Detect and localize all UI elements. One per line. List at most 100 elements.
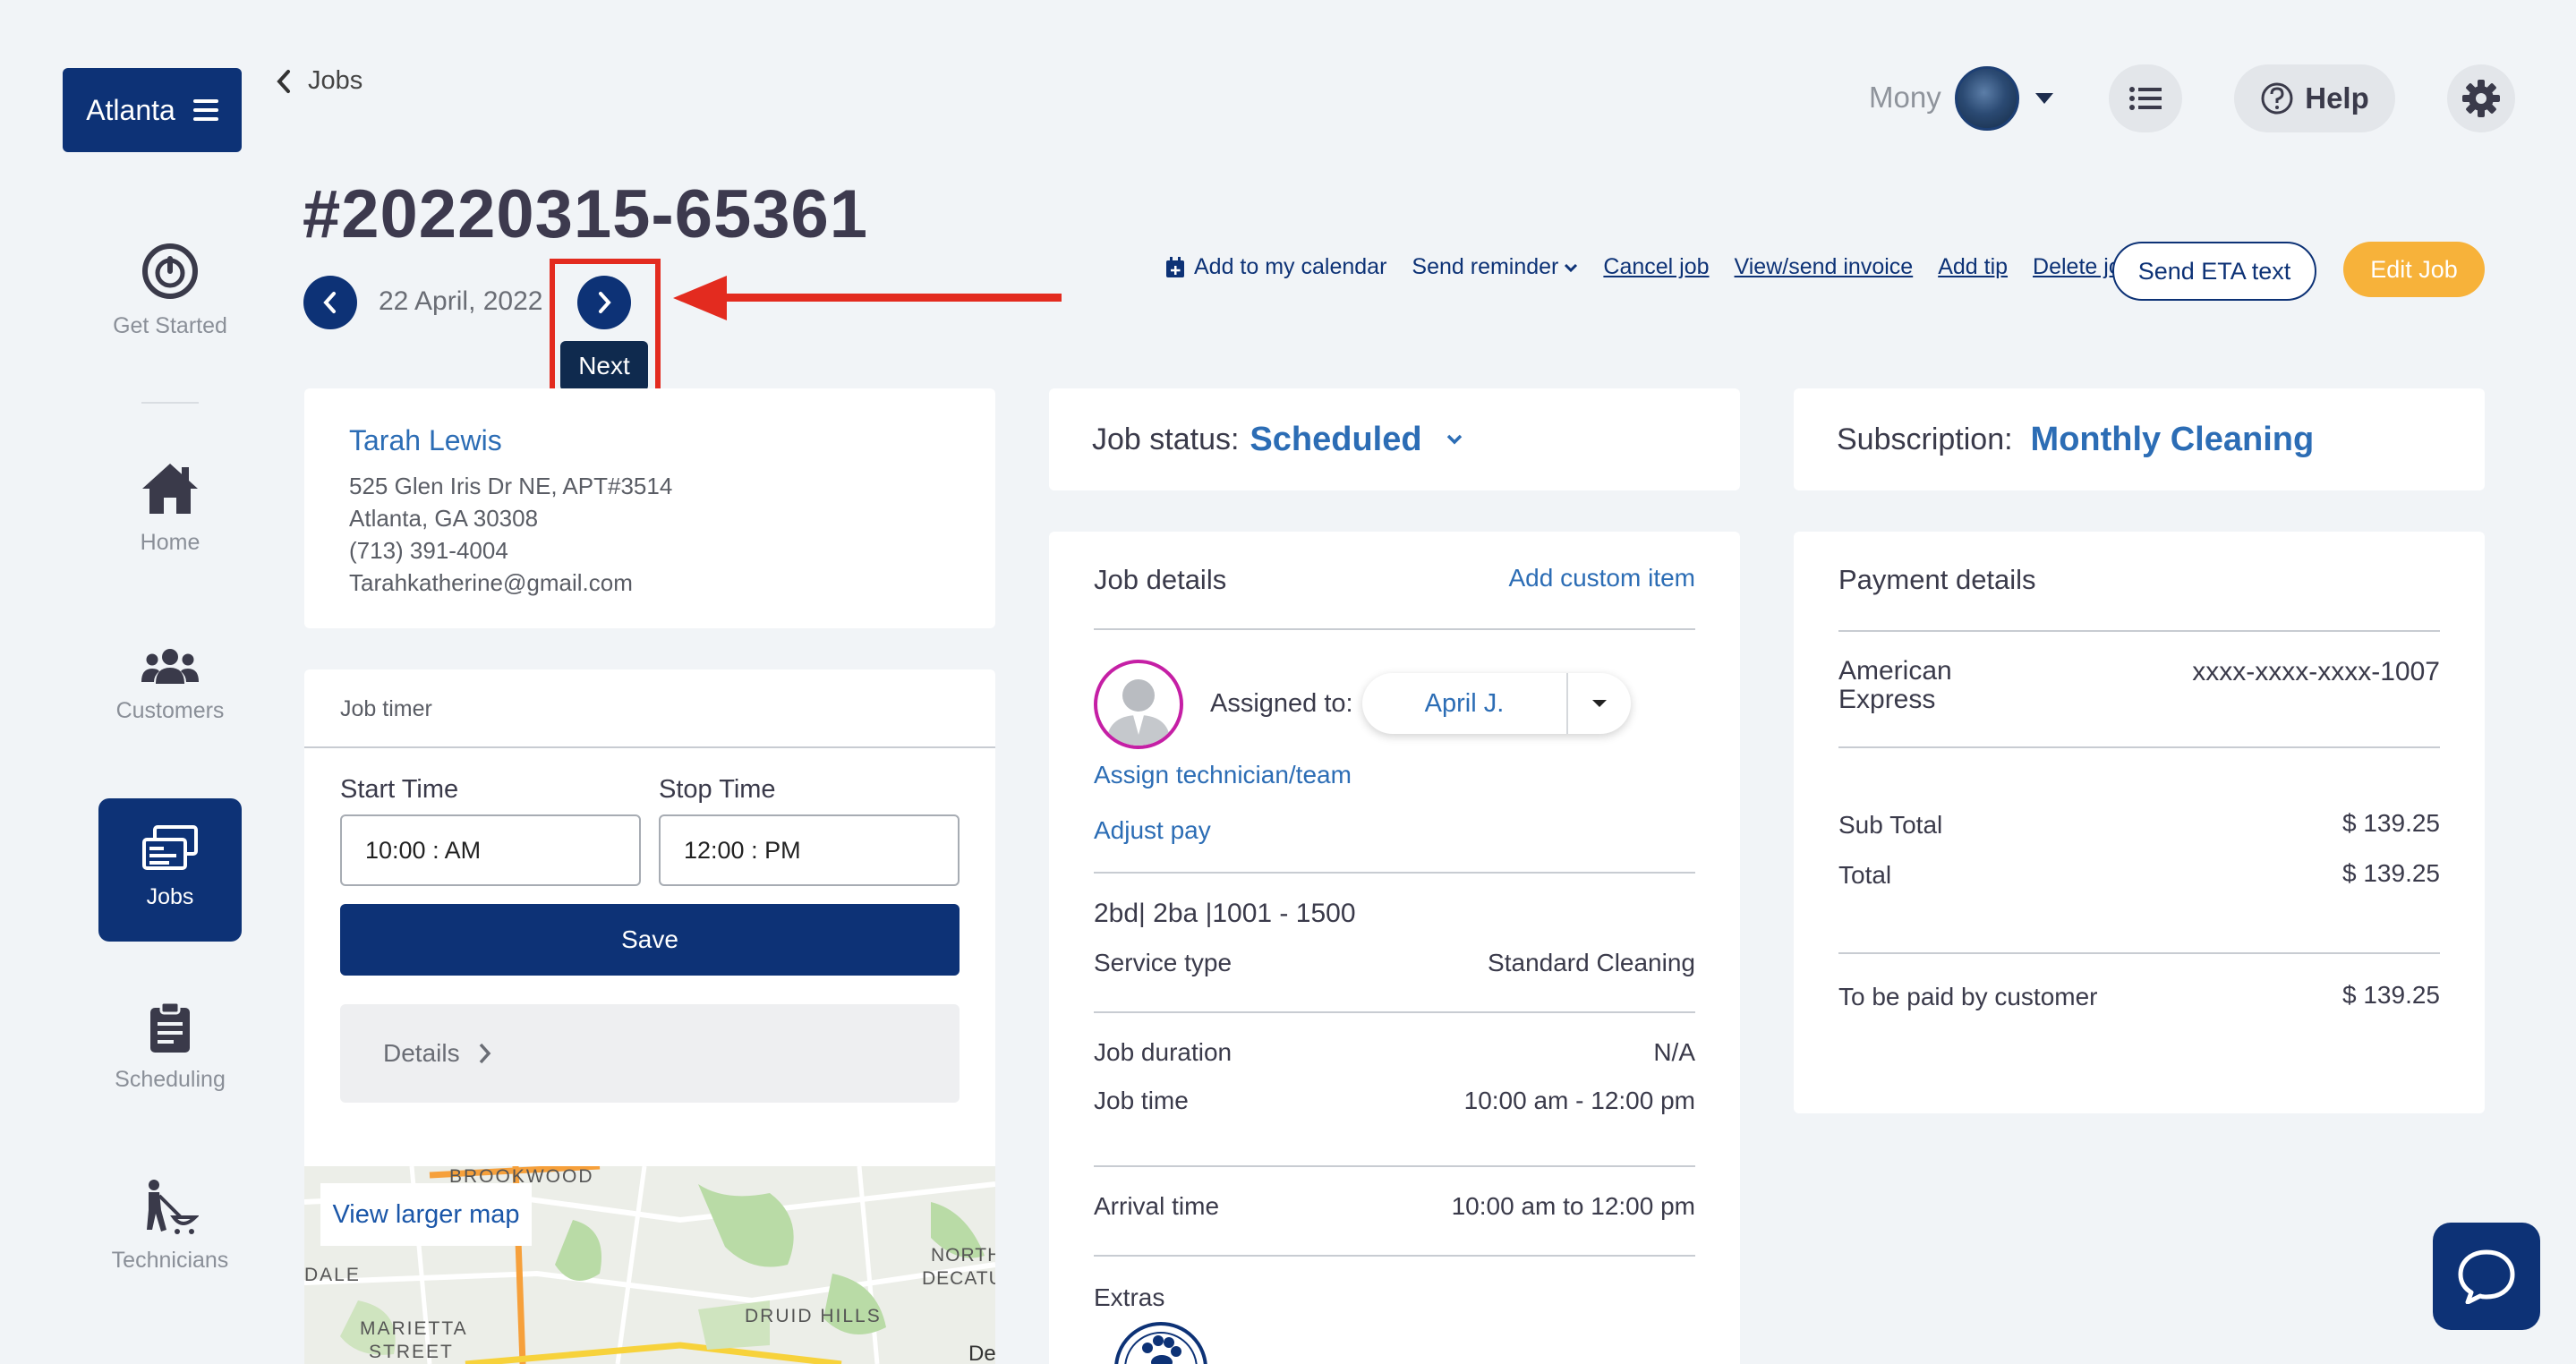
chat-support-button[interactable] — [2433, 1223, 2540, 1330]
service-type-value: Standard Cleaning — [1488, 949, 1695, 976]
user-avatar[interactable] — [1955, 66, 2019, 131]
view-larger-map-link[interactable]: View larger map — [320, 1183, 532, 1246]
assigned-technician-value: April J. — [1362, 673, 1568, 734]
clipboard-icon — [150, 1001, 190, 1053]
assigned-to-label: Assigned to: — [1210, 689, 1353, 718]
list-view-button[interactable] — [2109, 64, 2182, 132]
service-type-label: Service type — [1094, 949, 1233, 976]
subtotal-label: Sub Total — [1838, 811, 1943, 839]
start-time-input[interactable]: 10:00 : AM — [340, 814, 641, 886]
cancel-job-link[interactable]: Cancel job — [1603, 254, 1709, 280]
customer-phone: (713) 391-4004 — [349, 537, 508, 564]
job-duration-label: Job duration — [1094, 1038, 1233, 1066]
brand-label: Atlanta — [86, 93, 175, 126]
chevron-left-icon — [323, 292, 336, 313]
assigned-technician-select[interactable]: April J. — [1362, 673, 1631, 734]
payment-details-card: Payment details American Express xxxx-xx… — [1794, 532, 2485, 1113]
users-icon — [141, 649, 199, 684]
sidebar-item-technicians[interactable]: Technicians — [98, 1178, 242, 1274]
customer-address-line1: 525 Glen Iris Dr NE, APT#3514 — [349, 473, 673, 499]
sidebar-item-get-started[interactable]: Get Started — [98, 242, 242, 339]
send-eta-text-button[interactable]: Send ETA text — [2112, 242, 2316, 301]
assign-technician-link[interactable]: Assign technician/team — [1094, 761, 1352, 789]
card-number: xxxx-xxxx-xxxx-1007 — [2192, 657, 2440, 686]
map-label: MARIETTA — [360, 1318, 468, 1339]
send-reminder-dropdown[interactable]: Send reminder — [1412, 254, 1578, 280]
save-timer-button[interactable]: Save — [340, 904, 960, 976]
sidebar-divider — [141, 402, 199, 404]
to-be-paid-label: To be paid by customer — [1838, 983, 2098, 1010]
customer-card: Tarah Lewis 525 Glen Iris Dr NE, APT#351… — [304, 388, 995, 628]
sidebar-item-label: Get Started — [113, 313, 227, 338]
sidebar-item-jobs[interactable]: Jobs — [98, 798, 242, 942]
gear-icon — [2462, 80, 2500, 117]
chevron-left-icon — [277, 69, 290, 93]
paw-icon — [1114, 1322, 1207, 1364]
back-to-jobs-link[interactable]: Jobs — [276, 66, 363, 96]
sidebar-item-label: Customers — [115, 698, 225, 723]
job-timer-card: Job timer Start Time Stop Time 10:00 : A… — [304, 669, 995, 1171]
add-custom-item-link[interactable]: Add custom item — [1508, 564, 1695, 592]
payment-details-title: Payment details — [1838, 564, 2036, 595]
sidebar-item-label: Jobs — [146, 884, 194, 909]
job-actions-bar: Add to my calendar Send reminder Cancel … — [1165, 254, 2134, 280]
card-brand: American Express — [1838, 656, 1952, 714]
technician-avatar — [1094, 660, 1183, 749]
sidebar-item-label: Home — [140, 530, 200, 555]
customer-email: Tarahkatherine@gmail.com — [349, 569, 633, 596]
sidebar-item-label: Scheduling — [115, 1067, 226, 1092]
map-label: DECATU — [922, 1268, 995, 1289]
map-label: De — [968, 1342, 995, 1364]
job-details-title: Job details — [1094, 564, 1227, 595]
map-label: DRUID HILLS — [745, 1306, 882, 1326]
map-label: DALE — [304, 1265, 361, 1285]
edit-job-button[interactable]: Edit Job — [2343, 242, 2485, 297]
divider — [1838, 952, 2440, 954]
sidebar-item-scheduling[interactable]: Scheduling — [98, 1001, 242, 1093]
extras-label: Extras — [1094, 1283, 1165, 1311]
stop-time-input[interactable]: 12:00 : PM — [659, 814, 960, 886]
caret-down-icon[interactable] — [1568, 698, 1631, 709]
question-circle-icon — [2261, 82, 2293, 115]
view-send-invoice-link[interactable]: View/send invoice — [1735, 254, 1914, 280]
jobs-icon — [142, 825, 198, 870]
subscription-label: Subscription: — [1837, 422, 2013, 456]
help-button[interactable]: Help — [2234, 64, 2395, 132]
previous-date-button[interactable] — [303, 276, 357, 329]
power-icon — [142, 243, 198, 299]
map-label: STREET — [369, 1342, 454, 1362]
property-size: 2bd| 2ba |1001 - 1500 — [1094, 899, 1356, 928]
add-tip-link[interactable]: Add tip — [1938, 254, 2008, 280]
divider — [1094, 1255, 1695, 1257]
home-icon — [142, 464, 198, 514]
total-label: Total — [1838, 861, 1892, 889]
job-status-dropdown[interactable]: Scheduled — [1250, 421, 1421, 459]
settings-button[interactable] — [2447, 64, 2515, 132]
caret-down-icon[interactable] — [2035, 93, 2053, 104]
timer-details-toggle[interactable]: Details — [340, 1004, 960, 1103]
chevron-right-icon — [479, 1043, 490, 1064]
stop-time-label: Stop Time — [659, 775, 776, 804]
subtotal-value: $ 139.25 — [2342, 809, 2440, 837]
user-name: Mony — [1869, 81, 1941, 114]
add-to-calendar-link[interactable]: Add to my calendar — [1165, 254, 1386, 280]
chevron-down-icon[interactable] — [1446, 433, 1463, 446]
job-timer-title: Job timer — [304, 669, 995, 748]
annotation-highlight-box — [550, 259, 661, 402]
brand-menu-button[interactable]: Atlanta — [63, 68, 242, 152]
annotation-arrow-line — [716, 294, 1062, 302]
list-icon — [2129, 87, 2162, 110]
map-label: NORTH — [931, 1245, 995, 1266]
job-time-label: Job time — [1094, 1087, 1189, 1114]
start-time-label: Start Time — [340, 775, 459, 804]
sidebar-item-home[interactable]: Home — [98, 460, 242, 556]
adjust-pay-link[interactable]: Adjust pay — [1094, 816, 1211, 845]
customer-name-link[interactable]: Tarah Lewis — [349, 424, 995, 457]
job-duration-value: N/A — [1653, 1038, 1695, 1066]
calendar-plus-icon — [1166, 256, 1184, 277]
divider — [1094, 872, 1695, 874]
sidebar-item-customers[interactable]: Customers — [98, 646, 242, 724]
subscription-value[interactable]: Monthly Cleaning — [2031, 421, 2315, 459]
divider — [1094, 1165, 1695, 1167]
job-date: 22 April, 2022 — [379, 286, 543, 316]
